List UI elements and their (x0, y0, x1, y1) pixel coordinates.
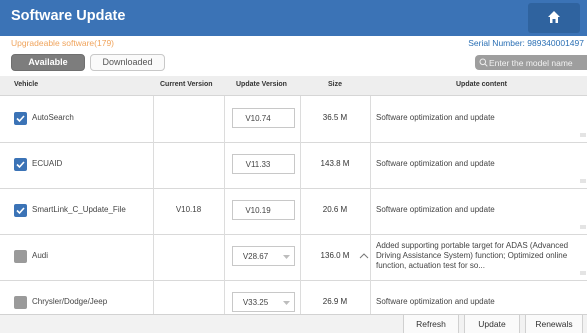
col-update-version: Update Version (236, 81, 287, 88)
check-icon (16, 115, 25, 123)
update-content: Software optimization and update (376, 297, 495, 306)
serial-number: Serial Number: 989340001497 (468, 38, 584, 48)
row-checkbox[interactable] (14, 112, 27, 125)
vehicle-name: ECUAID (32, 159, 63, 168)
title-bar: Software Update (0, 0, 587, 36)
tab-downloaded[interactable]: Downloaded (90, 54, 165, 71)
update-button[interactable]: Update (464, 315, 520, 333)
vehicle-name: Audi (32, 251, 49, 260)
row-checkbox[interactable] (14, 158, 27, 171)
column-divider (300, 96, 301, 333)
update-version-field[interactable]: V11.33 (232, 154, 295, 174)
check-icon (16, 161, 25, 169)
col-size: Size (328, 81, 343, 88)
col-vehicle: Vehicle (14, 81, 39, 88)
table-row[interactable]: AutoSearch V10.74 36.5 M Software optimi… (0, 97, 587, 143)
row-checkbox[interactable] (14, 250, 27, 263)
update-version-field[interactable]: V10.19 (232, 200, 295, 220)
upgradeable-count: Upgradeable software(179) (11, 38, 115, 48)
update-version-field[interactable]: V10.74 (232, 108, 295, 128)
update-content: Software optimization and update (376, 159, 495, 168)
update-version-dropdown[interactable]: V33.25 (232, 292, 295, 312)
search-input[interactable] (489, 55, 587, 70)
corner-mark-icon (580, 179, 586, 183)
package-size: 26.9 M (322, 297, 348, 306)
dropdown-arrow-icon (283, 301, 290, 305)
search-box[interactable] (475, 55, 587, 70)
page-title: Software Update (11, 8, 126, 24)
tab-available[interactable]: Available (11, 54, 85, 71)
update-content: Added supporting portable target for ADA… (376, 241, 569, 270)
update-version-dropdown[interactable]: V28.67 (232, 246, 295, 266)
row-checkbox[interactable] (14, 204, 27, 217)
table-row[interactable]: SmartLink_C_Update_File V10.18 V10.19 20… (0, 189, 587, 235)
home-icon (548, 11, 560, 23)
home-button[interactable] (528, 3, 580, 33)
corner-mark-icon (580, 133, 586, 137)
search-icon (479, 58, 488, 67)
corner-mark-icon (580, 225, 586, 229)
current-version: V10.18 (175, 205, 202, 214)
info-row: Upgradeable software(179) Serial Number:… (0, 36, 587, 53)
update-version: V33.25 (242, 298, 269, 307)
column-divider (224, 96, 225, 333)
column-divider (370, 96, 371, 333)
table-row[interactable]: Audi V28.67 136.0 M Added supporting por… (0, 235, 587, 281)
package-size: 36.5 M (322, 113, 348, 122)
update-version: V10.19 (245, 206, 271, 215)
table-row[interactable]: ECUAID V11.33 143.8 M Software optimizat… (0, 143, 587, 189)
renewals-button[interactable]: Renewals (525, 315, 583, 333)
column-divider (153, 96, 154, 333)
update-version: V10.74 (245, 114, 271, 123)
table-header: Vehicle Current Version Update Version S… (0, 76, 587, 96)
package-size: 20.6 M (322, 205, 348, 214)
col-current-version: Current Version (160, 81, 213, 88)
package-size: 143.8 M (320, 159, 350, 168)
update-version: V28.67 (242, 252, 269, 261)
check-icon (16, 207, 25, 215)
refresh-button[interactable]: Refresh (403, 315, 459, 333)
col-update-content: Update content (456, 81, 507, 88)
software-update-screen: Software Update Upgradeable software(179… (0, 0, 587, 333)
update-version: V11.33 (245, 160, 271, 169)
vehicle-name: SmartLink_C_Update_File (32, 205, 126, 214)
chevron-up-icon[interactable] (359, 252, 369, 259)
vehicle-name: Chrysler/Dodge/Jeep (32, 297, 108, 306)
dropdown-arrow-icon (283, 255, 290, 259)
footer-bar: Refresh Update Renewals (0, 314, 587, 333)
update-content: Software optimization and update (376, 205, 495, 214)
tabs-row: Available Downloaded (0, 53, 587, 72)
row-checkbox[interactable] (14, 296, 27, 309)
update-content: Software optimization and update (376, 113, 495, 122)
corner-mark-icon (580, 271, 586, 275)
vehicle-name: AutoSearch (32, 113, 74, 122)
